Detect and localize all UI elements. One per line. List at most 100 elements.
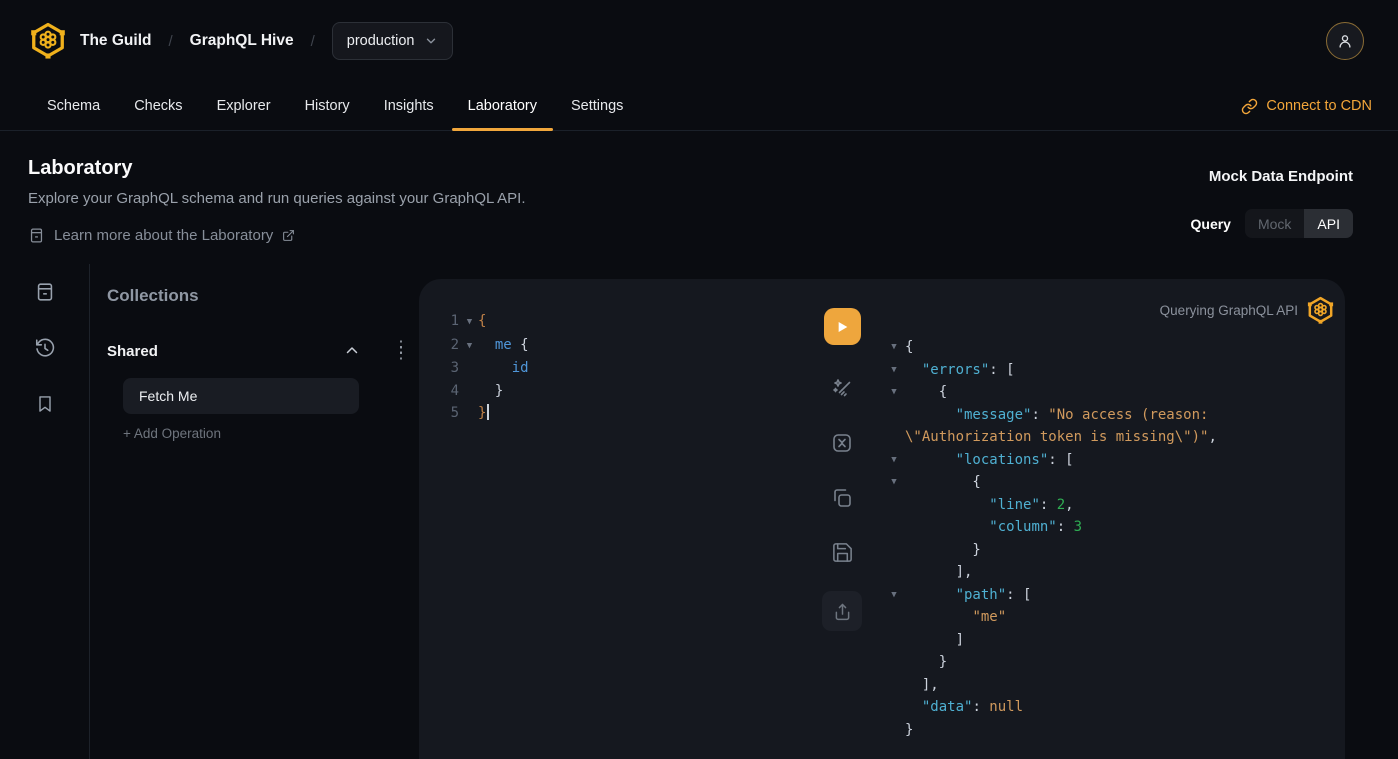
prettify-sparkles-icon: [830, 376, 854, 400]
collections-panel: Collections Shared ⋮⋮ Fetch Me + Add Ope…: [91, 270, 419, 759]
query-toggle-label: Query: [1191, 216, 1231, 232]
connect-to-cdn-label: Connect to CDN: [1266, 98, 1372, 114]
code-token: "message": [956, 407, 1032, 423]
learn-more-link[interactable]: Learn more about the Laboratory: [28, 227, 526, 244]
fold-arrow-icon[interactable]: ▼: [887, 359, 901, 382]
share-operation-button[interactable]: [822, 591, 862, 631]
code-line: 5}: [435, 402, 529, 425]
code-token: [905, 497, 989, 513]
learn-more-label: Learn more about the Laboratory: [54, 227, 273, 244]
line-number: 3: [435, 357, 459, 380]
code-line: 3 id: [435, 357, 529, 380]
save-operation-button[interactable]: [831, 541, 854, 565]
fold-arrow-icon[interactable]: ▼: [887, 584, 901, 607]
code-token: 2: [1057, 497, 1065, 513]
breadcrumb-org[interactable]: The Guild: [80, 32, 151, 50]
code-token: :: [1031, 407, 1048, 423]
person-icon: [1336, 32, 1354, 50]
code-line: "me": [885, 606, 1217, 629]
connect-to-cdn-link[interactable]: Connect to CDN: [1241, 82, 1372, 130]
code-line: "data": null: [885, 696, 1217, 719]
play-icon: [834, 319, 850, 335]
code-line: ▼ "locations": [: [885, 449, 1217, 472]
code-token: :: [972, 699, 989, 715]
fold-arrow-icon[interactable]: ▼: [887, 381, 901, 404]
fold-arrow-icon[interactable]: ▼: [887, 449, 901, 472]
line-number: 5: [435, 402, 459, 425]
result-pane: Querying GraphQL API ▼{▼ "errors": [▼ { …: [885, 279, 1345, 759]
code-token: "column": [989, 519, 1056, 535]
docs-icon: [34, 281, 56, 303]
code-line: 4 }: [435, 380, 529, 403]
result-status: Querying GraphQL API: [1160, 296, 1334, 325]
code-line: }: [885, 539, 1217, 562]
code-token: "errors": [922, 362, 989, 378]
code-token: [905, 362, 922, 378]
collections-button[interactable]: [0, 376, 90, 432]
code-token: "line": [989, 497, 1040, 513]
prettify-button[interactable]: [830, 376, 854, 400]
line-number: 1: [435, 310, 459, 333]
copy-icon: [830, 486, 854, 510]
code-token: me: [495, 337, 512, 353]
chevron-down-icon: [424, 34, 438, 48]
code-token: ,: [1065, 497, 1073, 513]
chevron-up-icon[interactable]: [343, 342, 361, 360]
query-editor[interactable]: 1▼{2▼ me {3 id4 }5}: [435, 310, 529, 425]
result-status-label: Querying GraphQL API: [1160, 303, 1298, 318]
code-token: 3: [1074, 519, 1082, 535]
code-token: ]: [905, 632, 964, 648]
docs-explorer-button[interactable]: [0, 264, 90, 320]
share-upload-icon: [832, 601, 853, 622]
merge-fragments-button[interactable]: [830, 431, 854, 455]
history-button[interactable]: [0, 320, 90, 376]
tab-laboratory[interactable]: Laboratory: [452, 82, 553, 130]
collection-group-shared[interactable]: Shared ⋮⋮: [107, 342, 403, 360]
tab-explorer[interactable]: Explorer: [201, 82, 287, 130]
target-selector-dropdown[interactable]: production: [332, 22, 454, 60]
user-avatar[interactable]: [1326, 22, 1364, 60]
line-number: 2: [435, 334, 459, 357]
tab-insights[interactable]: Insights: [368, 82, 450, 130]
code-token: {: [478, 313, 486, 329]
book-icon: [28, 227, 45, 244]
tab-history[interactable]: History: [289, 82, 366, 130]
execute-query-button[interactable]: [824, 308, 861, 345]
code-line: \"Authorization token is missing\")",: [885, 426, 1217, 449]
code-token: [905, 407, 956, 423]
code-token: \"Authorization token is missing\")": [905, 429, 1208, 445]
laboratory-sidebar: [0, 264, 90, 759]
collection-item-fetch-me[interactable]: Fetch Me: [123, 378, 359, 414]
code-token: [478, 337, 495, 353]
hive-logo-icon: [1307, 296, 1334, 325]
fold-arrow-icon[interactable]: ▼: [461, 335, 478, 358]
fold-arrow-icon[interactable]: ▼: [887, 336, 901, 359]
editor-toolbar: [822, 308, 862, 631]
fold-arrow-icon[interactable]: ▼: [461, 311, 478, 334]
code-token: [905, 587, 956, 603]
code-token: "path": [956, 587, 1007, 603]
code-line: ▼ {: [885, 471, 1217, 494]
text-cursor: [487, 404, 489, 420]
response-viewer[interactable]: ▼{▼ "errors": [▼ { "message": "No access…: [885, 336, 1217, 741]
toggle-option-mock[interactable]: Mock: [1245, 209, 1304, 238]
copy-query-button[interactable]: [830, 486, 854, 510]
code-token: :: [1040, 497, 1057, 513]
tab-checks[interactable]: Checks: [118, 82, 198, 130]
tab-schema[interactable]: Schema: [31, 82, 116, 130]
tab-settings[interactable]: Settings: [555, 82, 639, 130]
code-line: "column": 3: [885, 516, 1217, 539]
add-operation-button[interactable]: + Add Operation: [123, 426, 419, 441]
toggle-option-api[interactable]: API: [1304, 209, 1353, 238]
breadcrumb-separator: /: [168, 33, 172, 50]
target-selector-value: production: [347, 33, 415, 49]
code-token: ],: [905, 677, 939, 693]
collection-group-name: Shared: [107, 343, 343, 360]
merge-icon: [830, 431, 854, 455]
code-line: ],: [885, 561, 1217, 584]
fold-arrow-icon[interactable]: ▼: [887, 471, 901, 494]
collection-menu-kebab-icon[interactable]: ⋮⋮: [393, 345, 403, 357]
graphiql-panel: 1▼{2▼ me {3 id4 }5} Querying GraphQL API…: [419, 279, 1345, 759]
code-token: }: [478, 405, 486, 421]
breadcrumb-project[interactable]: GraphQL Hive: [190, 32, 294, 50]
